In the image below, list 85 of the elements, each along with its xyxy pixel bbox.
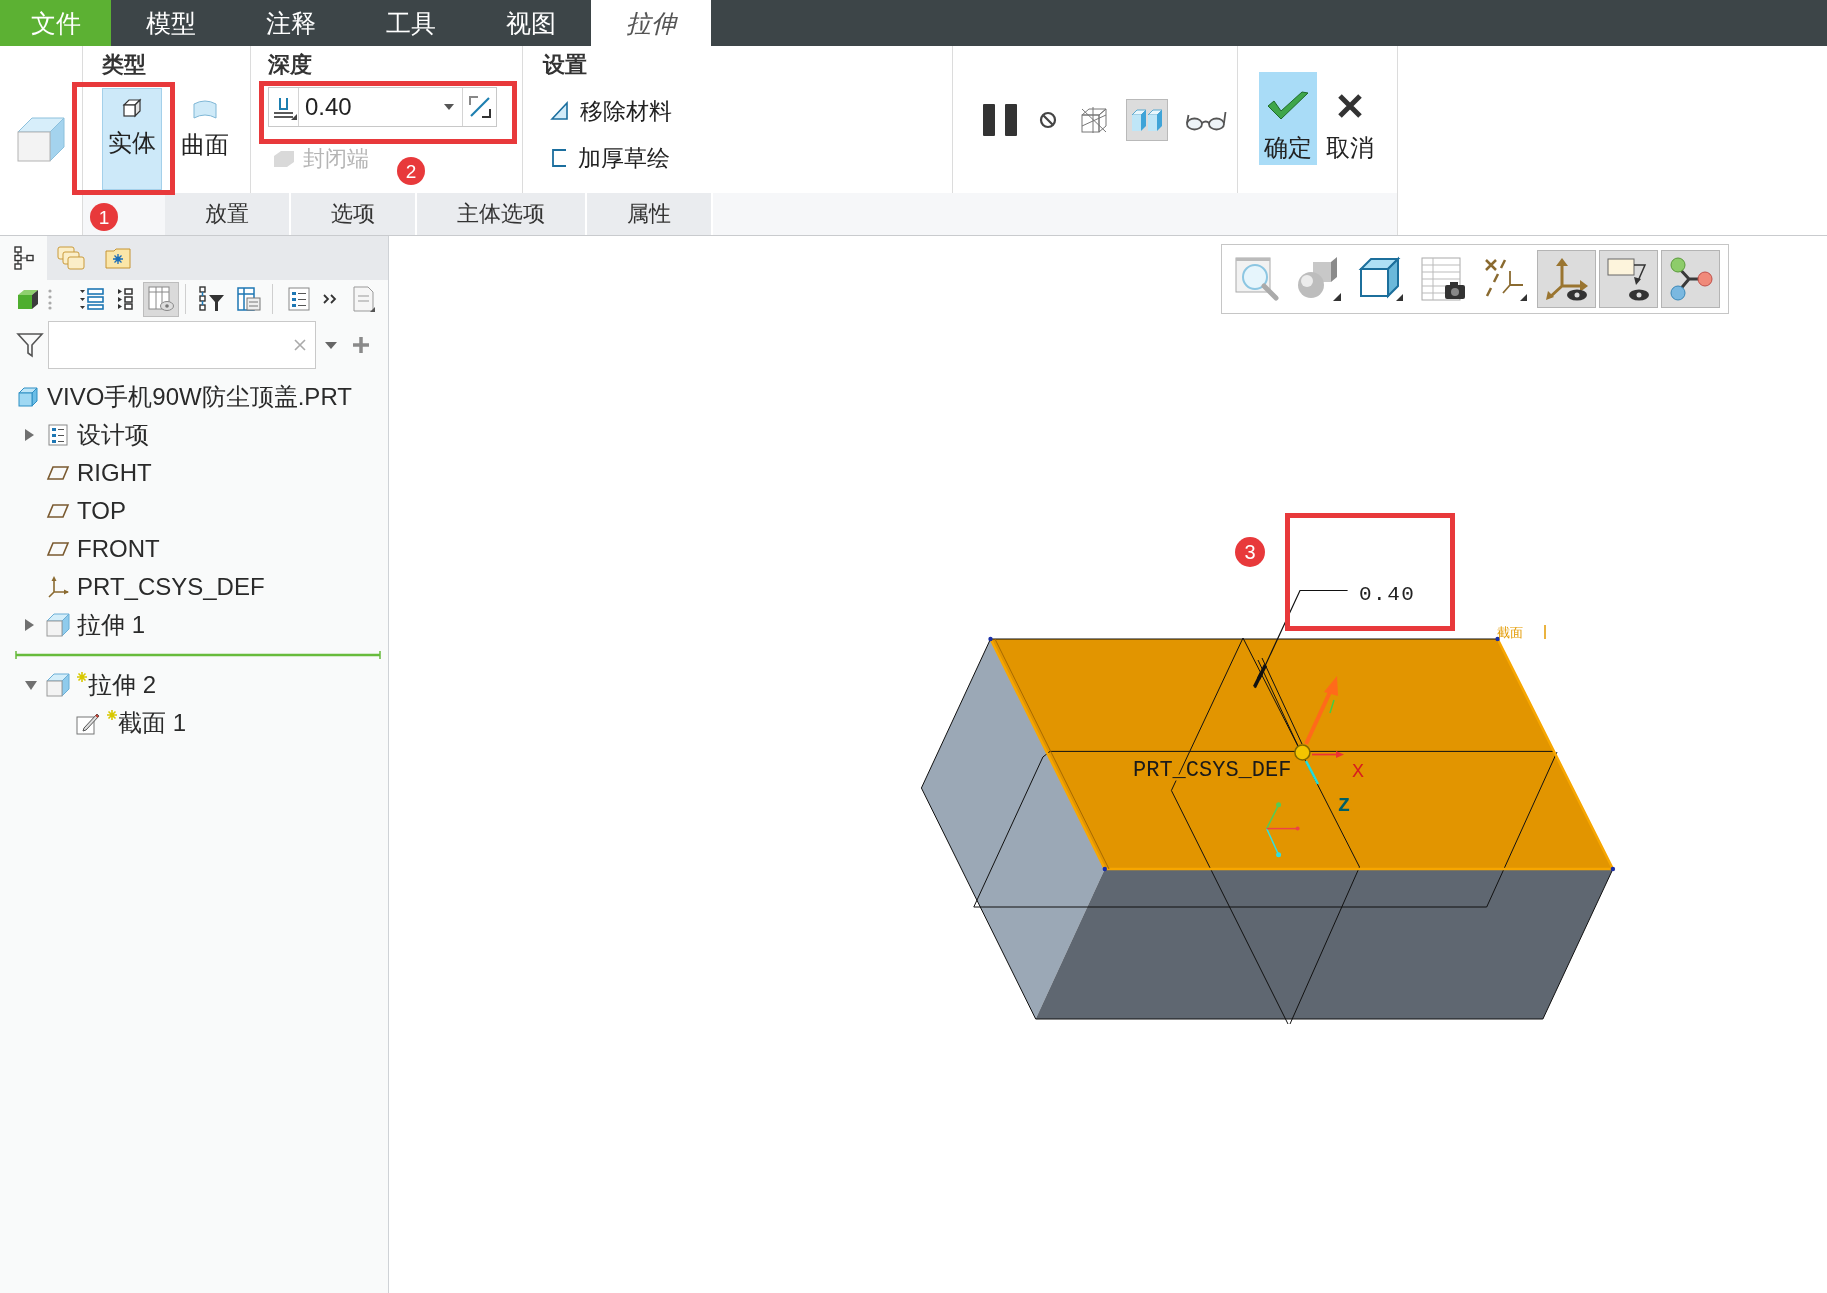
cube-icon [1358,257,1403,301]
plate-icon [272,149,296,169]
cube-icon [17,288,39,310]
cube-icon [18,387,38,407]
menu-tab[interactable]: 工具 [351,0,471,46]
bracket-icon [550,148,568,168]
caret-icon[interactable] [325,341,337,349]
menu-tab[interactable]: 模型 [111,0,231,46]
parallelogram-icon [47,542,69,556]
list-icon [288,287,310,311]
tree-icon [13,246,34,270]
surface-icon [192,98,218,120]
caret-icon[interactable] [25,680,37,690]
cancel-button[interactable]: 取消 [1325,72,1375,165]
axis-label: X [1352,760,1364,783]
list-icon [118,288,134,310]
menu-tab[interactable]: 视图 [471,0,591,46]
nodes-icon [1668,257,1713,301]
chevron-icon [323,294,337,304]
tree-item[interactable]: TOP [77,497,126,525]
tree-item[interactable]: PRT_CSYS_DEF [77,573,265,601]
wireframe-box-icon [1079,105,1109,134]
sub-tab[interactable]: 属性 [587,193,713,235]
type-option[interactable]: 实体 [102,88,162,190]
camera-icon [1420,257,1465,301]
folders-icon [56,246,85,270]
section-label: 截面 [1497,625,1523,640]
cube-icon [46,613,70,637]
table-icon [237,287,261,311]
tree-item[interactable]: FRONT [77,535,160,563]
group-label: 类型 [102,52,146,78]
parallelogram-icon [47,504,69,518]
sub-tab[interactable]: 放置 [165,193,291,235]
tree-item[interactable]: 截面 1 [118,707,186,739]
axis-label: Z [1338,794,1350,817]
panel-tab[interactable] [0,236,47,280]
callout-number: 3 [1235,537,1265,567]
list-icon [80,288,104,310]
sub-tab[interactable]: 主体选项 [417,193,587,235]
caret-icon[interactable] [25,429,34,441]
spheres-icon [1296,257,1341,301]
settings-option[interactable]: 加厚草绘 [550,142,674,174]
checkmark-icon [1266,90,1310,122]
tree-item[interactable]: 拉伸 2 [88,669,156,701]
tree-item[interactable]: 拉伸 1 [77,609,145,641]
view-toolbar-button[interactable] [1537,250,1596,308]
verify-button[interactable] [1126,98,1168,141]
axes-eye-icon [1544,257,1589,301]
folder-icon [104,247,131,269]
cube-icon [46,673,70,697]
axes-icon [47,576,69,598]
plus-icon[interactable] [352,336,370,354]
funnel-icon [17,333,43,357]
dimension-value: 0.40 [1359,583,1416,606]
triangle-icon [550,101,570,121]
cube-icon [122,98,142,118]
list-icon [48,424,68,446]
callout-number: 2 [397,157,425,185]
columns-icon [148,286,174,312]
pause-icon [983,103,1017,136]
axes-icon [1482,257,1527,301]
ok-button[interactable]: 确定 [1259,72,1317,165]
caret-icon[interactable] [25,619,34,631]
tree-item[interactable]: 设计项 [77,419,149,451]
filter-field[interactable] [48,321,316,369]
group-label: 深度 [268,52,312,78]
magnifier-icon [1234,257,1279,301]
settings-option[interactable]: 移除材料 [550,95,676,127]
grip-icon[interactable] [47,288,53,310]
type-option[interactable]: 曲面 [180,88,230,190]
sub-tab[interactable]: 选项 [291,193,417,235]
group-label: 设置 [543,52,587,78]
tree-filter-icon [199,286,225,312]
tree-item[interactable]: RIGHT [77,459,152,487]
cross-icon [1337,93,1363,119]
note-eye-icon [1606,257,1651,301]
pencil-icon [76,711,100,735]
menu-tab[interactable]: 拉伸 [591,0,711,46]
menu-tab[interactable]: 注释 [231,0,351,46]
document-icon [353,286,375,312]
cubes-icon [1131,107,1163,132]
parallelogram-icon [47,466,69,480]
view-toolbar-button[interactable] [1599,250,1658,308]
tree-item[interactable]: VIVO手机90W防尘顶盖.PRT [47,381,352,413]
prohibited-icon [1039,110,1057,129]
